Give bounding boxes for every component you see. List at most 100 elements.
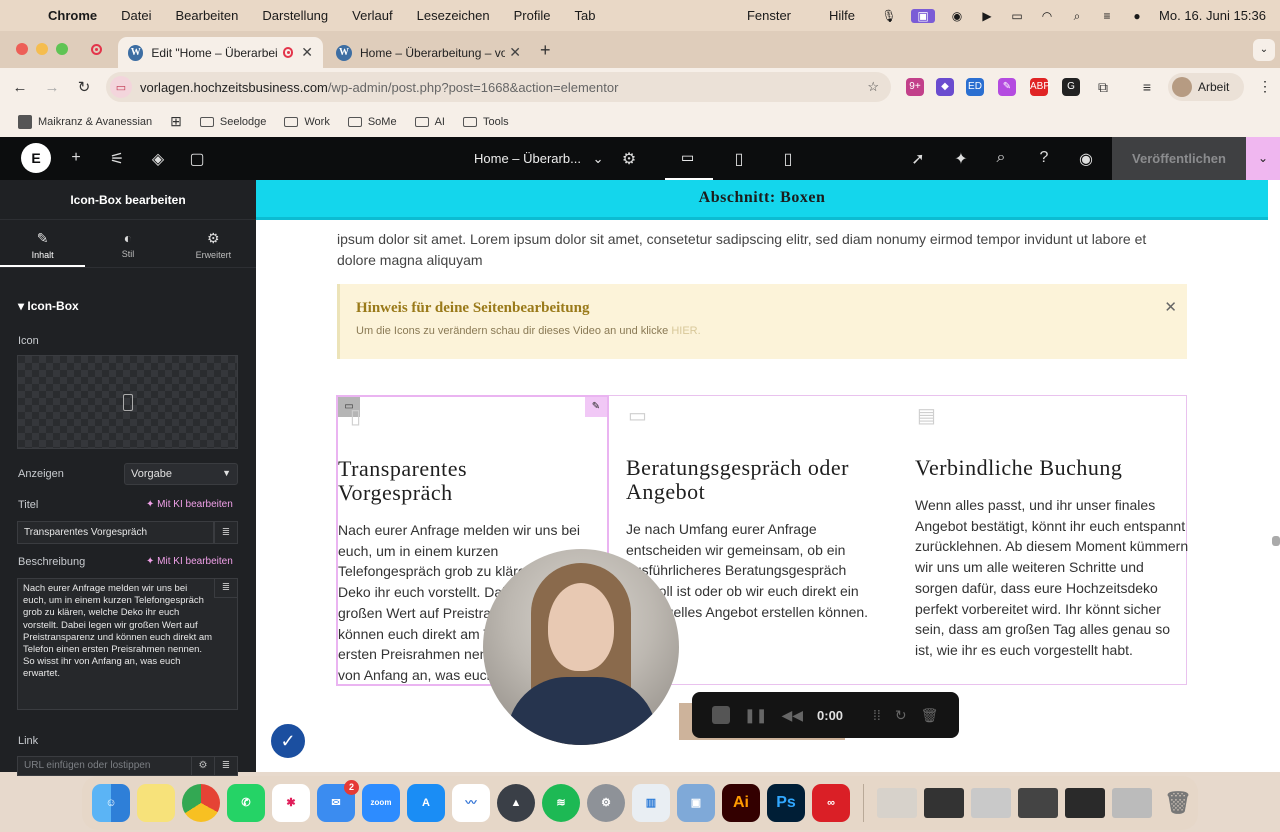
- whatsapp-icon[interactable]: ✆: [227, 784, 265, 822]
- menu-profile[interactable]: Profile: [502, 8, 563, 23]
- help-icon[interactable]: ?: [1034, 149, 1054, 167]
- bookmark-folder-some[interactable]: SoMe: [347, 116, 397, 128]
- ai-edit-title-link[interactable]: ✦ Mit KI bearbeiten: [146, 499, 233, 510]
- bookmark-folder-work[interactable]: Work: [284, 116, 330, 128]
- back-icon[interactable]: ←: [4, 79, 36, 96]
- play-icon[interactable]: ▶: [979, 9, 995, 23]
- bookmark-folder-ai[interactable]: AI: [414, 116, 445, 128]
- link-options-gear-icon[interactable]: ⚙: [191, 756, 215, 776]
- forward-icon[interactable]: →: [36, 79, 68, 96]
- layers-icon[interactable]: ◈: [148, 149, 168, 169]
- window-close-button[interactable]: [16, 43, 28, 55]
- window-minimize-button[interactable]: [36, 43, 48, 55]
- bookmark-folder-tools[interactable]: Tools: [463, 116, 509, 128]
- comments-icon[interactable]: ▢: [187, 149, 207, 169]
- menu-lesezeichen[interactable]: Lesezeichen: [405, 8, 502, 23]
- notice-close-icon[interactable]: ✕: [1164, 298, 1177, 316]
- notice-link[interactable]: HIER.: [671, 325, 700, 337]
- recent-window-thumbnail[interactable]: [1065, 788, 1105, 818]
- recent-window-thumbnail[interactable]: [971, 788, 1011, 818]
- section-label-bar[interactable]: Abschnitt: Boxen: [256, 180, 1268, 220]
- wifi-icon[interactable]: ◠: [1039, 9, 1055, 23]
- app-store-icon[interactable]: A: [407, 784, 445, 822]
- menu-bearbeiten[interactable]: Bearbeiten: [163, 8, 250, 23]
- trash-icon[interactable]: 🗑: [1159, 784, 1197, 822]
- apps-grid-icon[interactable]: ⊞: [170, 113, 182, 130]
- profile-button[interactable]: Arbeit: [1168, 73, 1244, 101]
- url-text[interactable]: vorlagen.hochzeitsbusiness.com/wp-admin/…: [140, 80, 618, 95]
- extension-badge-icon[interactable]: 9+: [906, 78, 924, 96]
- publish-button[interactable]: Veröffentlichen: [1112, 137, 1246, 180]
- rewind-icon[interactable]: ◀◀: [781, 707, 803, 724]
- slack-icon[interactable]: ✱: [272, 784, 310, 822]
- title-input[interactable]: Transparentes Vorgespräch: [17, 521, 214, 544]
- new-tab-icon[interactable]: +: [540, 40, 551, 61]
- elementor-logo-icon[interactable]: E: [21, 143, 51, 173]
- photoshop-icon[interactable]: Ps: [767, 784, 805, 822]
- rocket-icon[interactable]: ➚: [908, 149, 928, 169]
- pause-icon[interactable]: ❚❚: [744, 707, 767, 724]
- publish-options-chevron-icon[interactable]: ⌄: [1246, 137, 1280, 180]
- zoom-icon[interactable]: zoom: [362, 784, 400, 822]
- mail-icon[interactable]: ✉ 2: [317, 780, 359, 822]
- media-control-icon[interactable]: ≡: [1138, 78, 1156, 96]
- menu-darstellung[interactable]: Darstellung: [250, 8, 340, 23]
- display-select[interactable]: Vorgabe ▼: [124, 463, 238, 485]
- tab-edit-home[interactable]: W Edit "Home – Überarbeitu ✕: [118, 37, 323, 68]
- tab-erweitert[interactable]: ⚙ Erweitert: [171, 220, 256, 267]
- site-info-icon[interactable]: ▭: [110, 76, 132, 98]
- restart-icon[interactable]: ↻: [895, 707, 907, 724]
- grid-dots-icon[interactable]: ⁞⁞: [873, 707, 881, 723]
- description-textarea[interactable]: Nach eurer Anfrage melden wir uns bei eu…: [17, 578, 238, 710]
- extensions-puzzle-icon[interactable]: ⧉: [1094, 78, 1112, 96]
- ai-edit-description-link[interactable]: ✦ Mit KI bearbeiten: [146, 556, 233, 567]
- screen-share-icon[interactable]: ▣: [911, 8, 936, 23]
- dynamic-tags-icon[interactable]: ≣: [214, 578, 238, 598]
- settings-sliders-icon[interactable]: ⚟: [107, 149, 127, 169]
- icon-box-3[interactable]: ▤ Verbindliche Buchung Wenn alles passt,…: [905, 396, 1188, 684]
- files-icon[interactable]: ▥: [632, 784, 670, 822]
- page-settings-gear-icon[interactable]: ⚙: [619, 149, 639, 169]
- chrome-menu-icon[interactable]: ⋮: [1258, 78, 1272, 95]
- finder-icon[interactable]: ☺: [92, 784, 130, 822]
- freeform-icon[interactable]: 〰: [452, 784, 490, 822]
- spotify-icon[interactable]: ≋: [542, 784, 580, 822]
- menu-tab[interactable]: Tab: [562, 8, 607, 23]
- tab-close-icon[interactable]: ✕: [301, 44, 313, 61]
- menu-app-name[interactable]: Chrome: [40, 8, 109, 23]
- tablet-icon[interactable]: ▯: [729, 149, 749, 169]
- tab-inhalt[interactable]: ✎ Inhalt: [0, 220, 86, 267]
- recent-window-thumbnail[interactable]: [1018, 788, 1058, 818]
- desktop-view-button[interactable]: ▭: [665, 137, 713, 180]
- notes-icon[interactable]: [137, 784, 175, 822]
- control-center-icon[interactable]: ≡: [1099, 9, 1115, 23]
- menu-fenster[interactable]: Fenster: [735, 8, 803, 23]
- tab-search-icon[interactable]: ⌄: [1253, 39, 1275, 61]
- section-toggle-icon-box[interactable]: ▾ Icon-Box: [18, 299, 79, 313]
- extension-icon[interactable]: ED: [966, 78, 984, 96]
- document-title[interactable]: Home – Überarb... ⌄: [474, 151, 603, 167]
- illustrator-icon[interactable]: Ai: [722, 784, 760, 822]
- dynamic-tags-icon[interactable]: ≣: [214, 756, 238, 776]
- recent-window-thumbnail[interactable]: [924, 788, 964, 818]
- stop-recording-button[interactable]: [712, 706, 730, 724]
- recent-window-thumbnail[interactable]: [877, 788, 917, 818]
- system-settings-icon[interactable]: ⚙: [587, 784, 625, 822]
- bookmark-folder-seelodge[interactable]: Seelodge: [199, 116, 266, 128]
- chrome-icon[interactable]: [182, 784, 220, 822]
- tab-stil[interactable]: ◐ Stil: [85, 220, 170, 267]
- lorem-text[interactable]: ipsum dolor sit amet. Lorem ipsum dolor …: [337, 229, 1187, 271]
- grammarly-icon[interactable]: G: [1062, 78, 1080, 96]
- siri-icon[interactable]: ●: [1129, 9, 1145, 23]
- link-input[interactable]: URL einfügen oder lostippen: [17, 756, 192, 776]
- mobile-icon[interactable]: ▯: [778, 149, 798, 169]
- creative-cloud-icon[interactable]: ∞: [812, 784, 850, 822]
- pen-extension-icon[interactable]: ✎: [998, 78, 1016, 96]
- search-icon[interactable]: ⌕: [1069, 9, 1085, 23]
- menu-datei[interactable]: Datei: [109, 8, 163, 23]
- tab-close-icon[interactable]: ✕: [509, 44, 521, 61]
- edit-widget-icon[interactable]: ✎: [585, 397, 607, 417]
- microphone-icon[interactable]: 🎙: [881, 9, 897, 23]
- tab-home-preview[interactable]: W Home – Überarbeitung – vorl ✕: [326, 37, 531, 68]
- webcam-overlay[interactable]: [483, 549, 679, 745]
